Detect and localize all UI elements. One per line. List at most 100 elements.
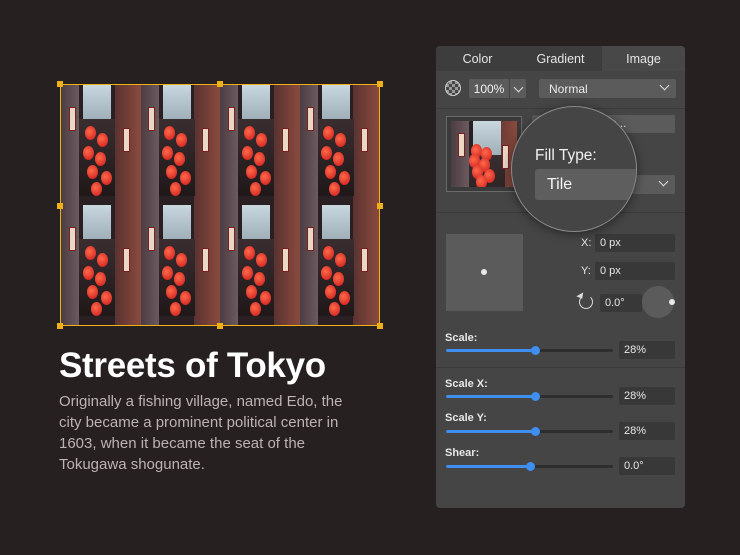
tab-image[interactable]: Image: [602, 46, 685, 71]
blend-mode-select[interactable]: Normal: [539, 79, 676, 98]
lantern: [84, 246, 96, 261]
y-offset-input[interactable]: 0 px: [595, 262, 675, 280]
tile-sky: [321, 85, 350, 119]
image-canvas[interactable]: [57, 81, 383, 329]
shop-sign: [361, 248, 369, 273]
opacity-input[interactable]: 100%: [469, 79, 509, 98]
shop-sign: [227, 226, 235, 251]
rotate-ccw-icon[interactable]: [579, 295, 593, 309]
lantern: [255, 132, 267, 147]
image-tile: [299, 85, 379, 205]
resize-handle-top[interactable]: [217, 81, 223, 87]
shop-sign: [122, 128, 130, 153]
shop-sign: [281, 128, 289, 153]
lantern: [243, 126, 255, 141]
tile-sky: [321, 205, 350, 239]
scale-label: Scale:: [445, 332, 478, 344]
shop-sign: [307, 106, 315, 131]
tile-sky: [162, 85, 191, 119]
lantern: [94, 272, 106, 287]
scale-y-input[interactable]: 28%: [619, 422, 675, 440]
resize-handle-top-right[interactable]: [377, 81, 383, 87]
shear-slider[interactable]: [446, 462, 613, 471]
x-label: X:: [581, 237, 592, 249]
slider-knob[interactable]: [530, 427, 540, 436]
image-tile: [61, 205, 141, 325]
scale-y-label: Scale Y:: [445, 412, 487, 424]
tab-color[interactable]: Color: [436, 46, 519, 71]
pattern-origin-picker[interactable]: [446, 234, 523, 311]
lantern: [475, 174, 487, 187]
slider-fill: [446, 430, 535, 433]
opacity-blend-row: 100% Normal: [445, 78, 676, 100]
lantern: [86, 285, 98, 299]
shop-sign: [68, 226, 76, 251]
lantern: [82, 145, 94, 160]
image-tile: [451, 121, 517, 187]
lantern: [96, 132, 108, 147]
slider-knob[interactable]: [530, 392, 540, 401]
magnifier-lens: Fill Type: Tile: [511, 106, 637, 232]
origin-point-handle[interactable]: [481, 269, 487, 275]
lantern: [245, 285, 257, 299]
x-offset-input[interactable]: 0 px: [595, 234, 675, 252]
lantern: [176, 252, 188, 267]
y-label: Y:: [581, 265, 591, 277]
tile-wall-l: [61, 205, 79, 325]
scale-x-slider[interactable]: [446, 392, 613, 401]
scale-x-input[interactable]: 28%: [619, 387, 675, 405]
lantern: [96, 252, 108, 267]
scale-y-slider[interactable]: [446, 427, 613, 436]
checkerboard-circle-icon: [445, 80, 461, 96]
slider-fill: [446, 349, 535, 352]
resize-handle-left[interactable]: [57, 203, 63, 209]
shear-label: Shear:: [445, 447, 480, 459]
shop-sign: [202, 128, 210, 153]
shop-sign: [227, 106, 235, 131]
slider-fill: [446, 395, 535, 398]
blend-mode-value: Normal: [549, 81, 588, 96]
lantern: [253, 152, 265, 167]
resize-handle-right[interactable]: [377, 203, 383, 209]
lantern: [90, 302, 102, 317]
rotation-dial[interactable]: [642, 286, 675, 318]
resize-handle-bottom-left[interactable]: [57, 323, 63, 329]
opacity-dropdown-button[interactable]: [510, 79, 526, 98]
image-thumbnail[interactable]: [446, 116, 522, 192]
scale-x-label: Scale X:: [445, 378, 488, 390]
tile-sky: [242, 85, 270, 119]
resize-handle-top-left[interactable]: [57, 81, 63, 87]
image-tile: [299, 205, 379, 325]
tile-wall-l: [140, 85, 159, 205]
rotation-input[interactable]: 0.0°: [600, 294, 642, 312]
tile-wall-l: [220, 205, 238, 325]
slider-knob[interactable]: [530, 346, 540, 355]
image-tile: [61, 85, 141, 205]
image-tile: [140, 205, 220, 325]
tab-gradient[interactable]: Gradient: [519, 46, 602, 71]
fill-type-select[interactable]: Tile: [535, 169, 636, 200]
lantern: [335, 252, 347, 267]
page-title: Streets of Tokyo: [59, 346, 326, 385]
slider-knob[interactable]: [525, 462, 535, 471]
lantern: [255, 252, 267, 267]
tile-sky: [162, 205, 191, 239]
scale-input[interactable]: 28%: [619, 341, 675, 359]
resize-handle-bottom-right[interactable]: [377, 323, 383, 329]
fill-tabs: Color Gradient Image: [436, 46, 685, 71]
shear-input[interactable]: 0.0°: [619, 457, 675, 475]
tile-wall-l: [140, 205, 159, 325]
shop-sign: [68, 106, 76, 131]
lantern: [249, 302, 261, 317]
lantern: [176, 132, 188, 147]
shop-sign: [202, 248, 210, 273]
lantern: [321, 145, 333, 160]
lantern: [94, 152, 106, 167]
resize-handle-bottom[interactable]: [217, 323, 223, 329]
scale-slider[interactable]: [446, 346, 613, 355]
lantern: [243, 246, 255, 261]
lantern: [82, 265, 94, 280]
lantern: [249, 182, 261, 197]
lantern: [162, 145, 174, 160]
lantern: [84, 126, 96, 141]
